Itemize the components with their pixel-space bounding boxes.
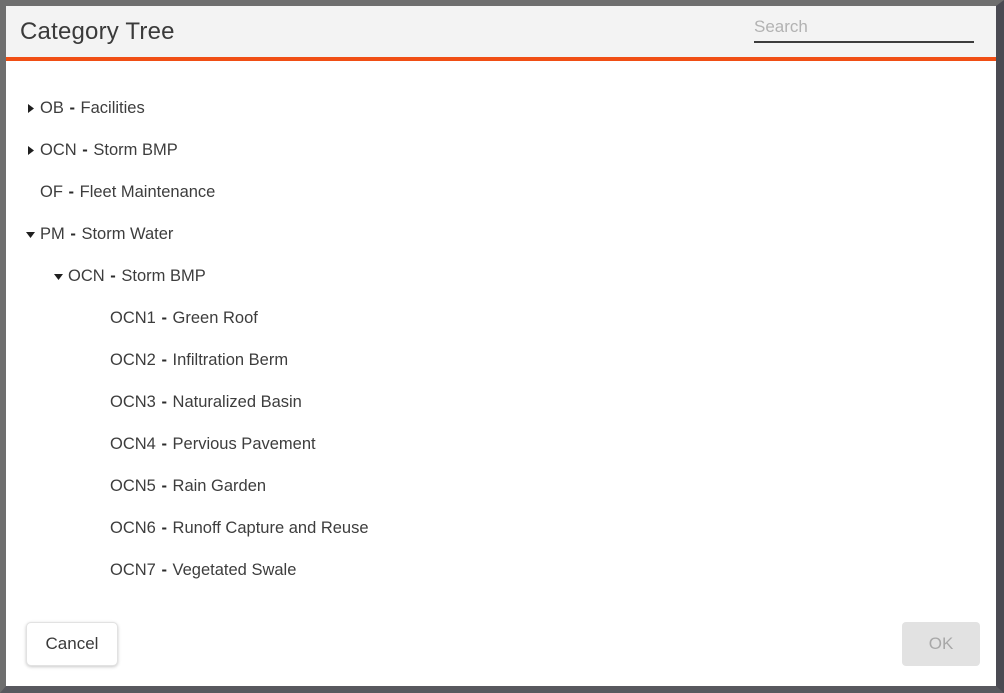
tree-item-name: Rain Garden	[172, 476, 267, 495]
tree-item-code: OCN2	[110, 350, 156, 369]
search-input[interactable]	[754, 17, 974, 43]
chevron-down-icon[interactable]	[48, 266, 68, 286]
tree-item-of[interactable]: OF - Fleet Maintenance	[6, 171, 996, 213]
tree-item-separator: -	[161, 476, 167, 495]
twisty-placeholder	[90, 476, 110, 496]
tree-item-label: OB - Facilities	[40, 100, 145, 117]
tree-item-name: Pervious Pavement	[172, 434, 316, 453]
tree-item-ocn1[interactable]: OCN1 - Green Roof	[6, 297, 996, 339]
chevron-right-icon[interactable]	[20, 140, 40, 160]
tree-item-label: OCN6 - Runoff Capture and Reuse	[110, 520, 369, 537]
twisty-placeholder	[90, 434, 110, 454]
tree-item-name: Vegetated Swale	[172, 560, 297, 579]
chevron-down-icon[interactable]	[20, 224, 40, 244]
tree-item-label: OCN4 - Pervious Pavement	[110, 436, 316, 453]
tree-item-ocn7[interactable]: OCN7 - Vegetated Swale	[6, 549, 996, 591]
tree-item-separator: -	[161, 560, 167, 579]
twisty-placeholder	[90, 350, 110, 370]
category-tree-list: OB - Facilities OCN - Storm BMP OF - Fleet…	[6, 61, 996, 604]
tree-item-ob[interactable]: OB - Facilities	[6, 87, 996, 129]
tree-item-label: OCN3 - Naturalized Basin	[110, 394, 302, 411]
tree-item-separator: -	[161, 518, 167, 537]
tree-item-label: OCN2 - Infiltration Berm	[110, 352, 288, 369]
tree-item-ocn2[interactable]: OCN2 - Infiltration Berm	[6, 339, 996, 381]
tree-item-ocn5[interactable]: OCN5 - Rain Garden	[6, 465, 996, 507]
dialog-header: Category Tree	[6, 6, 996, 61]
cancel-button[interactable]: Cancel	[26, 622, 118, 666]
tree-item-separator: -	[161, 392, 167, 411]
tree-item-code: OB	[40, 98, 64, 117]
tree-item-label: OCN - Storm BMP	[40, 142, 178, 159]
tree-item-code: OCN	[68, 266, 105, 285]
search-field-wrapper	[754, 17, 974, 43]
tree-item-code: PM	[40, 224, 65, 243]
tree-item-code: OCN3	[110, 392, 156, 411]
tree-item-ocn[interactable]: OCN - Storm BMP	[6, 255, 996, 297]
page-title: Category Tree	[20, 17, 175, 45]
tree-item-code: OF	[40, 182, 63, 201]
tree-item-name: Green Roof	[172, 308, 258, 327]
tree-item-label: OCN7 - Vegetated Swale	[110, 562, 296, 579]
twisty-placeholder	[90, 308, 110, 328]
tree-item-code: OCN	[40, 140, 77, 159]
twisty-placeholder	[90, 518, 110, 538]
tree-item-label: OF - Fleet Maintenance	[40, 184, 215, 201]
tree-item-separator: -	[161, 350, 167, 369]
twisty-placeholder	[90, 392, 110, 412]
tree-item-separator: -	[70, 224, 76, 243]
tree-item-label: OCN1 - Green Roof	[110, 310, 258, 327]
chevron-right-icon[interactable]	[20, 98, 40, 118]
tree-item-separator: -	[110, 266, 116, 285]
tree-item-separator: -	[82, 140, 88, 159]
tree-item-separator: -	[69, 98, 75, 117]
tree-item-code: OCN7	[110, 560, 156, 579]
tree-item-label: PM - Storm Water	[40, 226, 173, 243]
ok-button: OK	[902, 622, 980, 666]
tree-item-label: OCN5 - Rain Garden	[110, 478, 266, 495]
tree-item-name: Facilities	[80, 98, 145, 117]
tree-item-name: Runoff Capture and Reuse	[172, 518, 369, 537]
tree-item-separator: -	[161, 434, 167, 453]
tree-item-name: Infiltration Berm	[172, 350, 289, 369]
tree-item-ocn4[interactable]: OCN4 - Pervious Pavement	[6, 423, 996, 465]
tree-item-code: OCN5	[110, 476, 156, 495]
tree-item-separator: -	[68, 182, 75, 201]
tree-item-ocn3[interactable]: OCN3 - Naturalized Basin	[6, 381, 996, 423]
category-tree-dialog: Category Tree OB - Facilities OCN - Storm…	[0, 0, 1004, 693]
tree-item-name: Fleet Maintenance	[79, 182, 216, 201]
tree-item-separator: -	[161, 308, 167, 327]
tree-item-code: OCN1	[110, 308, 156, 327]
tree-item-name: Storm Water	[81, 224, 174, 243]
tree-item-name: Storm BMP	[121, 266, 206, 285]
tree-item-name: Naturalized Basin	[172, 392, 302, 411]
twisty-placeholder	[20, 182, 40, 202]
tree-item-ocn6[interactable]: OCN6 - Runoff Capture and Reuse	[6, 507, 996, 549]
tree-item-name: Storm BMP	[93, 140, 178, 159]
tree-item-code: OCN6	[110, 518, 156, 537]
tree-item-label: OCN - Storm BMP	[68, 268, 206, 285]
tree-item-code: OCN4	[110, 434, 156, 453]
tree-item-pm[interactable]: PM - Storm Water	[6, 213, 996, 255]
tree-item-ocn[interactable]: OCN - Storm BMP	[6, 129, 996, 171]
twisty-placeholder	[90, 560, 110, 580]
dialog-footer: Cancel OK	[6, 604, 996, 686]
